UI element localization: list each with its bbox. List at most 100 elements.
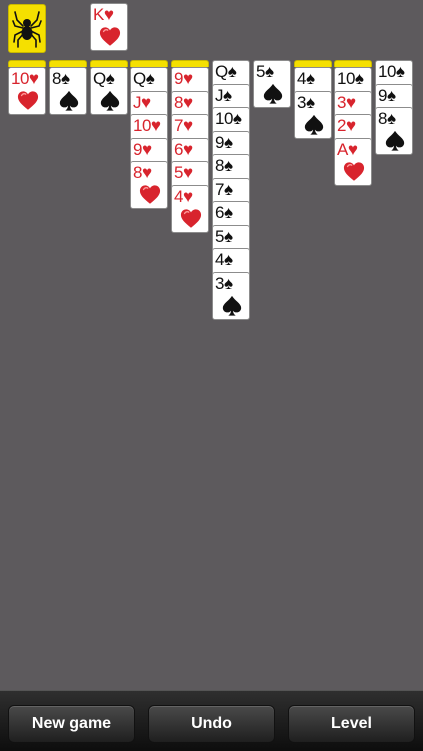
card-rank-label: 5♠: [256, 63, 274, 81]
card-rank: 10: [215, 109, 233, 128]
card-rank-label: 3♠: [215, 275, 233, 293]
level-button[interactable]: Level: [288, 705, 415, 743]
card-rank-label: 4♠: [215, 251, 233, 269]
playing-card[interactable]: 5♠: [253, 60, 291, 108]
heart-pip-icon: [180, 209, 202, 228]
spade-suit-icon: ♠: [223, 86, 232, 105]
card-rank-label: 8♥: [174, 94, 193, 112]
card-rank: 3: [297, 93, 306, 112]
card-rank-label: 10♥: [133, 117, 161, 135]
card-rank-label: J♥: [133, 94, 151, 112]
card-rank: 4: [297, 69, 306, 88]
playing-card[interactable]: Q♠: [90, 67, 128, 115]
card-rank: 6: [174, 140, 183, 159]
spade-suit-icon: ♠: [223, 274, 233, 293]
heart-suit-icon: ♥: [141, 93, 151, 112]
card-rank: 8: [174, 93, 183, 112]
card-rank: A: [337, 140, 348, 159]
card-rank: 10: [11, 69, 29, 88]
heart-suit-icon: ♥: [141, 140, 152, 159]
spade-suit-icon: ♠: [223, 180, 233, 199]
card-rank-label: 10♥: [11, 70, 39, 88]
playing-card[interactable]: K♥: [90, 3, 128, 51]
card-rank-label: Q♠: [133, 69, 155, 88]
spade-suit-icon: ♠: [227, 62, 237, 81]
playing-card[interactable]: 8♥: [130, 161, 168, 209]
spade-suit-icon: ♠: [105, 69, 115, 88]
card-rank: 8: [215, 156, 224, 175]
heart-suit-icon: ♥: [103, 5, 114, 24]
card-rank-label: 9♥: [174, 70, 193, 88]
card-rank-label: 8♠: [52, 70, 70, 88]
card-rank-label: 10♠: [337, 69, 364, 88]
card-rank-label: 4♥: [174, 188, 193, 206]
playing-card[interactable]: A♥: [334, 138, 372, 186]
card-rank-label: 5♠: [215, 228, 233, 246]
facedown-card: [8, 60, 46, 67]
card-rank: 5: [215, 227, 224, 246]
card-rank-label: 6♥: [174, 141, 193, 159]
heart-suit-icon: ♥: [182, 140, 193, 159]
card-rank-label: 8♥: [133, 164, 152, 182]
heart-suit-icon: ♥: [347, 140, 358, 159]
card-rank: 9: [174, 69, 183, 88]
card-rank-label: K♥: [93, 5, 114, 24]
card-rank: Q: [215, 62, 228, 81]
heart-suit-icon: ♥: [28, 69, 39, 88]
spade-suit-icon: ♠: [354, 69, 364, 88]
undo-button[interactable]: Undo: [148, 705, 275, 743]
card-rank-label: 9♠: [215, 134, 233, 152]
card-rank: Q: [133, 69, 146, 88]
card-rank: 9: [378, 86, 387, 105]
spade-suit-icon: ♠: [223, 250, 233, 269]
playing-card[interactable]: 8♠: [375, 107, 413, 155]
card-rank-label: 8♠: [215, 157, 233, 175]
facedown-card: [130, 60, 168, 67]
spade-suit-icon: ♠: [223, 227, 233, 246]
card-rank-label: J♠: [215, 87, 232, 105]
spade-suit-icon: ♠: [386, 86, 396, 105]
card-rank: 9: [215, 133, 224, 152]
card-rank: 7: [174, 116, 183, 135]
heart-pip-icon: [99, 27, 121, 46]
heart-suit-icon: ♥: [150, 116, 161, 135]
heart-pip-icon: [343, 162, 365, 181]
card-rank: 5: [256, 62, 265, 81]
spade-suit-icon: ♠: [60, 69, 70, 88]
new-game-button[interactable]: New game: [8, 705, 135, 743]
card-rank: 3: [215, 274, 224, 293]
spade-suit-icon: ♠: [223, 133, 233, 152]
heart-suit-icon: ♥: [141, 163, 152, 182]
spade-pip-icon: [304, 114, 324, 135]
facedown-card: [334, 60, 372, 67]
facedown-card: [49, 60, 87, 67]
card-rank: 8: [378, 109, 387, 128]
card-rank-label: 5♥: [174, 164, 193, 182]
playing-card[interactable]: 3♠: [212, 272, 250, 320]
spade-suit-icon: ♠: [223, 203, 233, 222]
spade-pip-icon: [222, 295, 242, 316]
card-rank-label: 9♠: [378, 87, 396, 105]
card-rank: 8: [52, 69, 61, 88]
card-rank-label: Q♠: [215, 62, 237, 81]
playing-card[interactable]: 3♠: [294, 91, 332, 139]
spade-suit-icon: ♠: [305, 69, 315, 88]
card-rank-label: 10♠: [215, 109, 242, 128]
playing-card[interactable]: 10♥: [8, 67, 46, 115]
card-rank: Q: [93, 69, 106, 88]
playing-card[interactable]: 4♥: [171, 185, 209, 233]
card-rank-label: 2♥: [337, 117, 356, 135]
playing-card[interactable]: 8♠: [49, 67, 87, 115]
facedown-card: [171, 60, 209, 67]
spade-pip-icon: [59, 90, 79, 111]
stock-pile[interactable]: [8, 4, 46, 53]
heart-pip-icon: [139, 185, 161, 204]
bottom-toolbar: New game Undo Level: [0, 690, 423, 751]
card-rank: 5: [174, 163, 183, 182]
card-rank-label: 10♠: [378, 63, 405, 81]
facedown-card: [294, 60, 332, 67]
card-rank: 3: [337, 93, 346, 112]
heart-suit-icon: ♥: [345, 116, 356, 135]
spade-pip-icon: [100, 90, 120, 111]
facedown-card: [90, 60, 128, 67]
